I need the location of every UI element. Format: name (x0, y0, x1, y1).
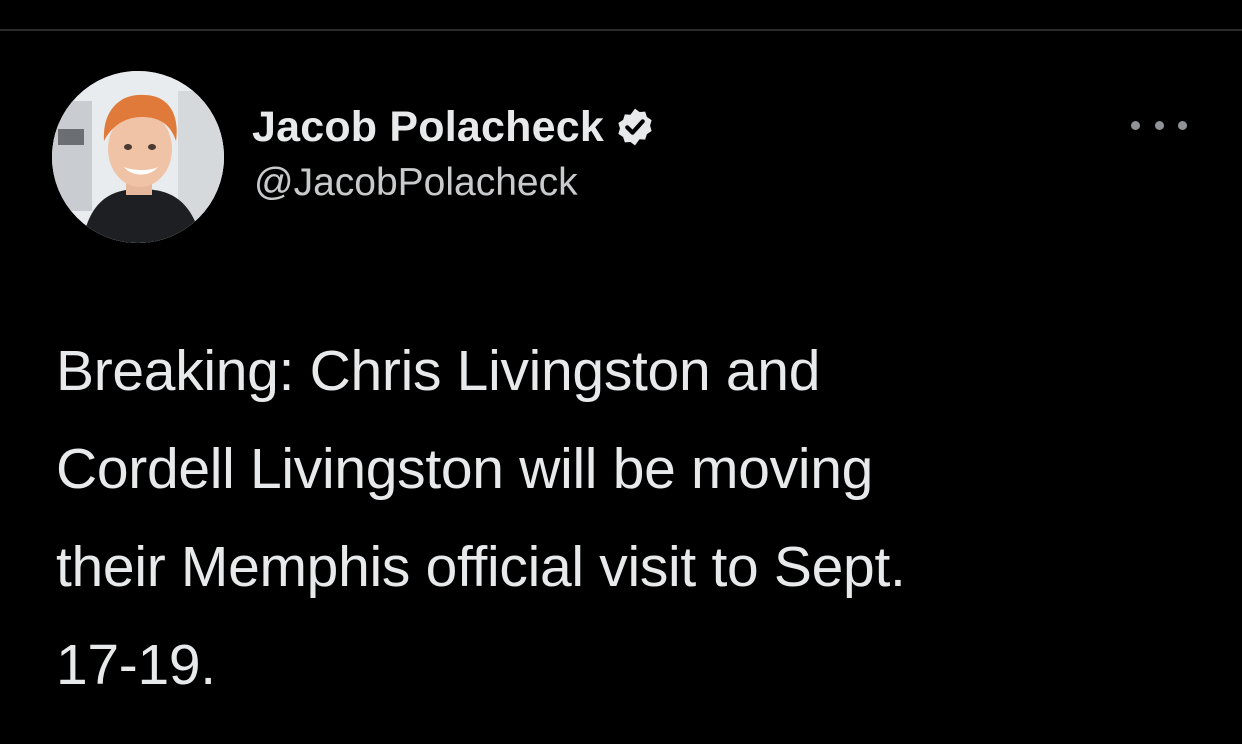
tweet-text-line: Cordell Livingston will be moving (56, 437, 873, 501)
more-options-icon[interactable] (1131, 113, 1187, 137)
more-dot-icon (1131, 120, 1140, 130)
tweet-text: Breaking: Chris Livingston and Cordell L… (56, 322, 1206, 714)
tweet-text-line: 17-19. (56, 633, 216, 697)
more-dot-icon (1154, 120, 1164, 130)
tweet-text-line: their Memphis official visit to Sept. (56, 535, 906, 599)
author-display-name[interactable]: Jacob Polacheck (252, 103, 604, 152)
verified-badge-icon (614, 106, 656, 148)
more-dot-icon (1178, 120, 1187, 130)
tweet-text-line: Breaking: Chris Livingston and (56, 339, 821, 403)
avatar[interactable] (52, 71, 224, 243)
tweet-card[interactable]: Jacob Polacheck @JacobPolacheck Breaking… (0, 31, 1242, 744)
author-handle[interactable]: @JacobPolacheck (254, 161, 578, 205)
author-name-row: Jacob Polacheck (252, 99, 656, 155)
